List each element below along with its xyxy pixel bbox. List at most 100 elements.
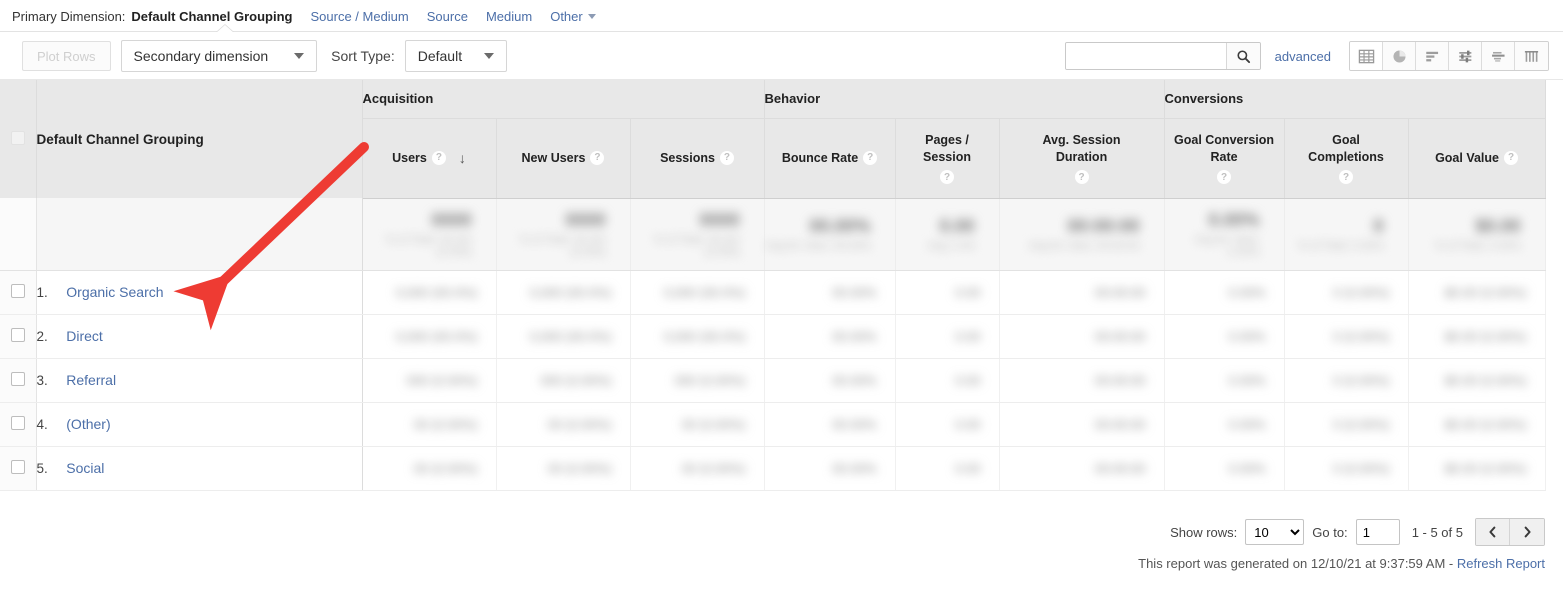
help-icon[interactable]: ? [863,151,877,165]
cell-sessions: 000 (0.00%) [630,358,764,402]
row-label-referral[interactable]: Referral [66,372,116,388]
metric-header-new-users[interactable]: New Users ? [496,118,630,198]
row-label-direct[interactable]: Direct [66,328,103,344]
redacted-value: Avg: 0.00 [896,240,999,252]
metric-header-goal-conversion-rate[interactable]: Goal Conversion Rate ? [1164,118,1284,198]
term-cloud-icon [1490,48,1507,65]
primary-dimension-label: Primary Dimension: [12,9,125,24]
primary-dimension-source[interactable]: Source [427,9,468,24]
cell-users: 000 (0.00%) [362,358,496,402]
cell-goal-completions: 0 (0.00%) [1284,314,1408,358]
cell-users: 0,000 (00.0%) [362,270,496,314]
redacted-value: 00 (0.00%) [631,461,764,476]
percentage-view-button[interactable] [1383,42,1416,70]
row-checkbox[interactable] [11,460,25,474]
search-button[interactable] [1226,43,1260,69]
redacted-value: 0.00 [896,461,999,476]
row-select-cell [0,358,36,402]
cell-pages-session: 0.00 [895,402,999,446]
redacted-value: 0000 [631,210,764,231]
ga-report-page: Primary Dimension: Default Channel Group… [0,0,1563,592]
metric-header-goal-value[interactable]: Goal Value ? [1408,118,1545,198]
table-row[interactable]: 4. (Other) 00 (0.00%) 00 (0.00%) 00 (0.0… [0,402,1545,446]
help-icon[interactable]: ? [1075,170,1089,184]
row-checkbox[interactable] [11,284,25,298]
cell-goal-value: $0.00 (0.00%) [1408,270,1545,314]
primary-dimension-other-label: Other [550,9,583,24]
advanced-filter-link[interactable]: advanced [1275,49,1331,64]
term-cloud-view-button[interactable] [1482,42,1515,70]
row-select-cell [0,402,36,446]
totals-cell-goal-conversion-rate: 0.00%Avg for View: 0.00% [1164,198,1284,270]
dimension-column-header[interactable]: Default Channel Grouping [36,80,362,198]
help-icon[interactable]: ? [1339,170,1353,184]
primary-dimension-active[interactable]: Default Channel Grouping [131,9,292,24]
redacted-value: 00 (0.00%) [363,417,496,432]
redacted-value: 00 (0.00%) [497,417,630,432]
redacted-value: 0,000 (00.0%) [363,329,496,344]
redacted-value: 0000 [363,210,496,231]
pie-chart-icon [1391,48,1408,65]
cell-pages-session: 0.00 [895,270,999,314]
redacted-value: 00 (0.00%) [363,461,496,476]
help-icon[interactable]: ? [1217,170,1231,184]
show-rows-select[interactable]: 102550 100250500 10005000 [1245,519,1304,545]
refresh-report-link[interactable]: Refresh Report [1457,556,1545,571]
row-label-other[interactable]: (Other) [66,416,110,432]
row-checkbox[interactable] [11,416,25,430]
metric-header-sessions[interactable]: Sessions ? [630,118,764,198]
help-icon[interactable]: ? [1504,151,1518,165]
select-all-checkbox[interactable] [11,131,25,145]
primary-dimension-source-medium[interactable]: Source / Medium [310,9,408,24]
cell-bounce-rate: 00.00% [764,358,895,402]
performance-view-button[interactable] [1416,42,1449,70]
report-table-body: 0000% of Total: 00.0% (0,000) 0000% of T… [0,198,1545,490]
row-label-social[interactable]: Social [66,460,104,476]
secondary-dimension-button[interactable]: Secondary dimension [121,40,318,72]
metric-label-pages-session: Pages / Session [908,132,986,166]
table-row[interactable]: 5. Social 00 (0.00%) 00 (0.00%) 00 (0.00… [0,446,1545,490]
goto-page-input[interactable] [1356,519,1400,545]
redacted-value: % of Total: 00.0% (0,000) [363,234,496,258]
primary-dimension-medium[interactable]: Medium [486,9,532,24]
comparison-view-button[interactable] [1449,42,1482,70]
pagination-controls: Show rows: 102550 100250500 10005000 Go … [1170,518,1545,546]
next-page-button[interactable] [1510,519,1544,545]
redacted-value: 0,000 (00.0%) [497,329,630,344]
previous-page-button[interactable] [1476,519,1510,545]
row-checkbox[interactable] [11,372,25,386]
sort-type-button[interactable]: Default [405,40,507,72]
primary-dimension-other[interactable]: Other [550,9,596,24]
redacted-value: 00.00% [765,285,895,300]
redacted-value: 0.00 [896,417,999,432]
metric-header-users[interactable]: Users ? ↓ [362,118,496,198]
data-table-view-button[interactable] [1350,42,1383,70]
redacted-value: 00.00% [765,461,895,476]
cell-new-users: 00 (0.00%) [496,446,630,490]
metric-header-bounce-rate[interactable]: Bounce Rate ? [764,118,895,198]
metric-header-goal-completions[interactable]: Goal Completions ? [1284,118,1408,198]
row-checkbox[interactable] [11,328,25,342]
help-icon[interactable]: ? [432,151,446,165]
help-icon[interactable]: ? [940,170,954,184]
cell-new-users: 0,000 (00.0%) [496,314,630,358]
table-row[interactable]: 2. Direct 0,000 (00.0%) 0,000 (00.0%) 0,… [0,314,1545,358]
cell-goal-value: $0.00 (0.00%) [1408,402,1545,446]
row-label-organic-search[interactable]: Organic Search [66,284,163,300]
table-row[interactable]: 3. Referral 000 (0.00%) 000 (0.00%) 000 … [0,358,1545,402]
pivot-view-button[interactable] [1515,42,1548,70]
redacted-value: 00:00:00 [1000,417,1164,432]
plot-rows-label: Plot Rows [37,49,96,64]
group-header-conversions: Conversions [1164,80,1545,118]
metric-header-pages-session[interactable]: Pages / Session ? [895,118,999,198]
redacted-value: 0 (0.00%) [1285,285,1408,300]
sort-type-label: Sort Type: [331,48,395,64]
table-footer: Show rows: 102550 100250500 10005000 Go … [1138,518,1545,571]
chevron-down-icon [588,14,596,19]
plot-rows-button[interactable]: Plot Rows [22,41,111,71]
help-icon[interactable]: ? [590,151,604,165]
search-input[interactable] [1066,43,1226,69]
metric-header-avg-session-duration[interactable]: Avg. Session Duration ? [999,118,1164,198]
help-icon[interactable]: ? [720,151,734,165]
table-row[interactable]: 1. Organic Search 0,000 (00.0%) 0,000 (0… [0,270,1545,314]
